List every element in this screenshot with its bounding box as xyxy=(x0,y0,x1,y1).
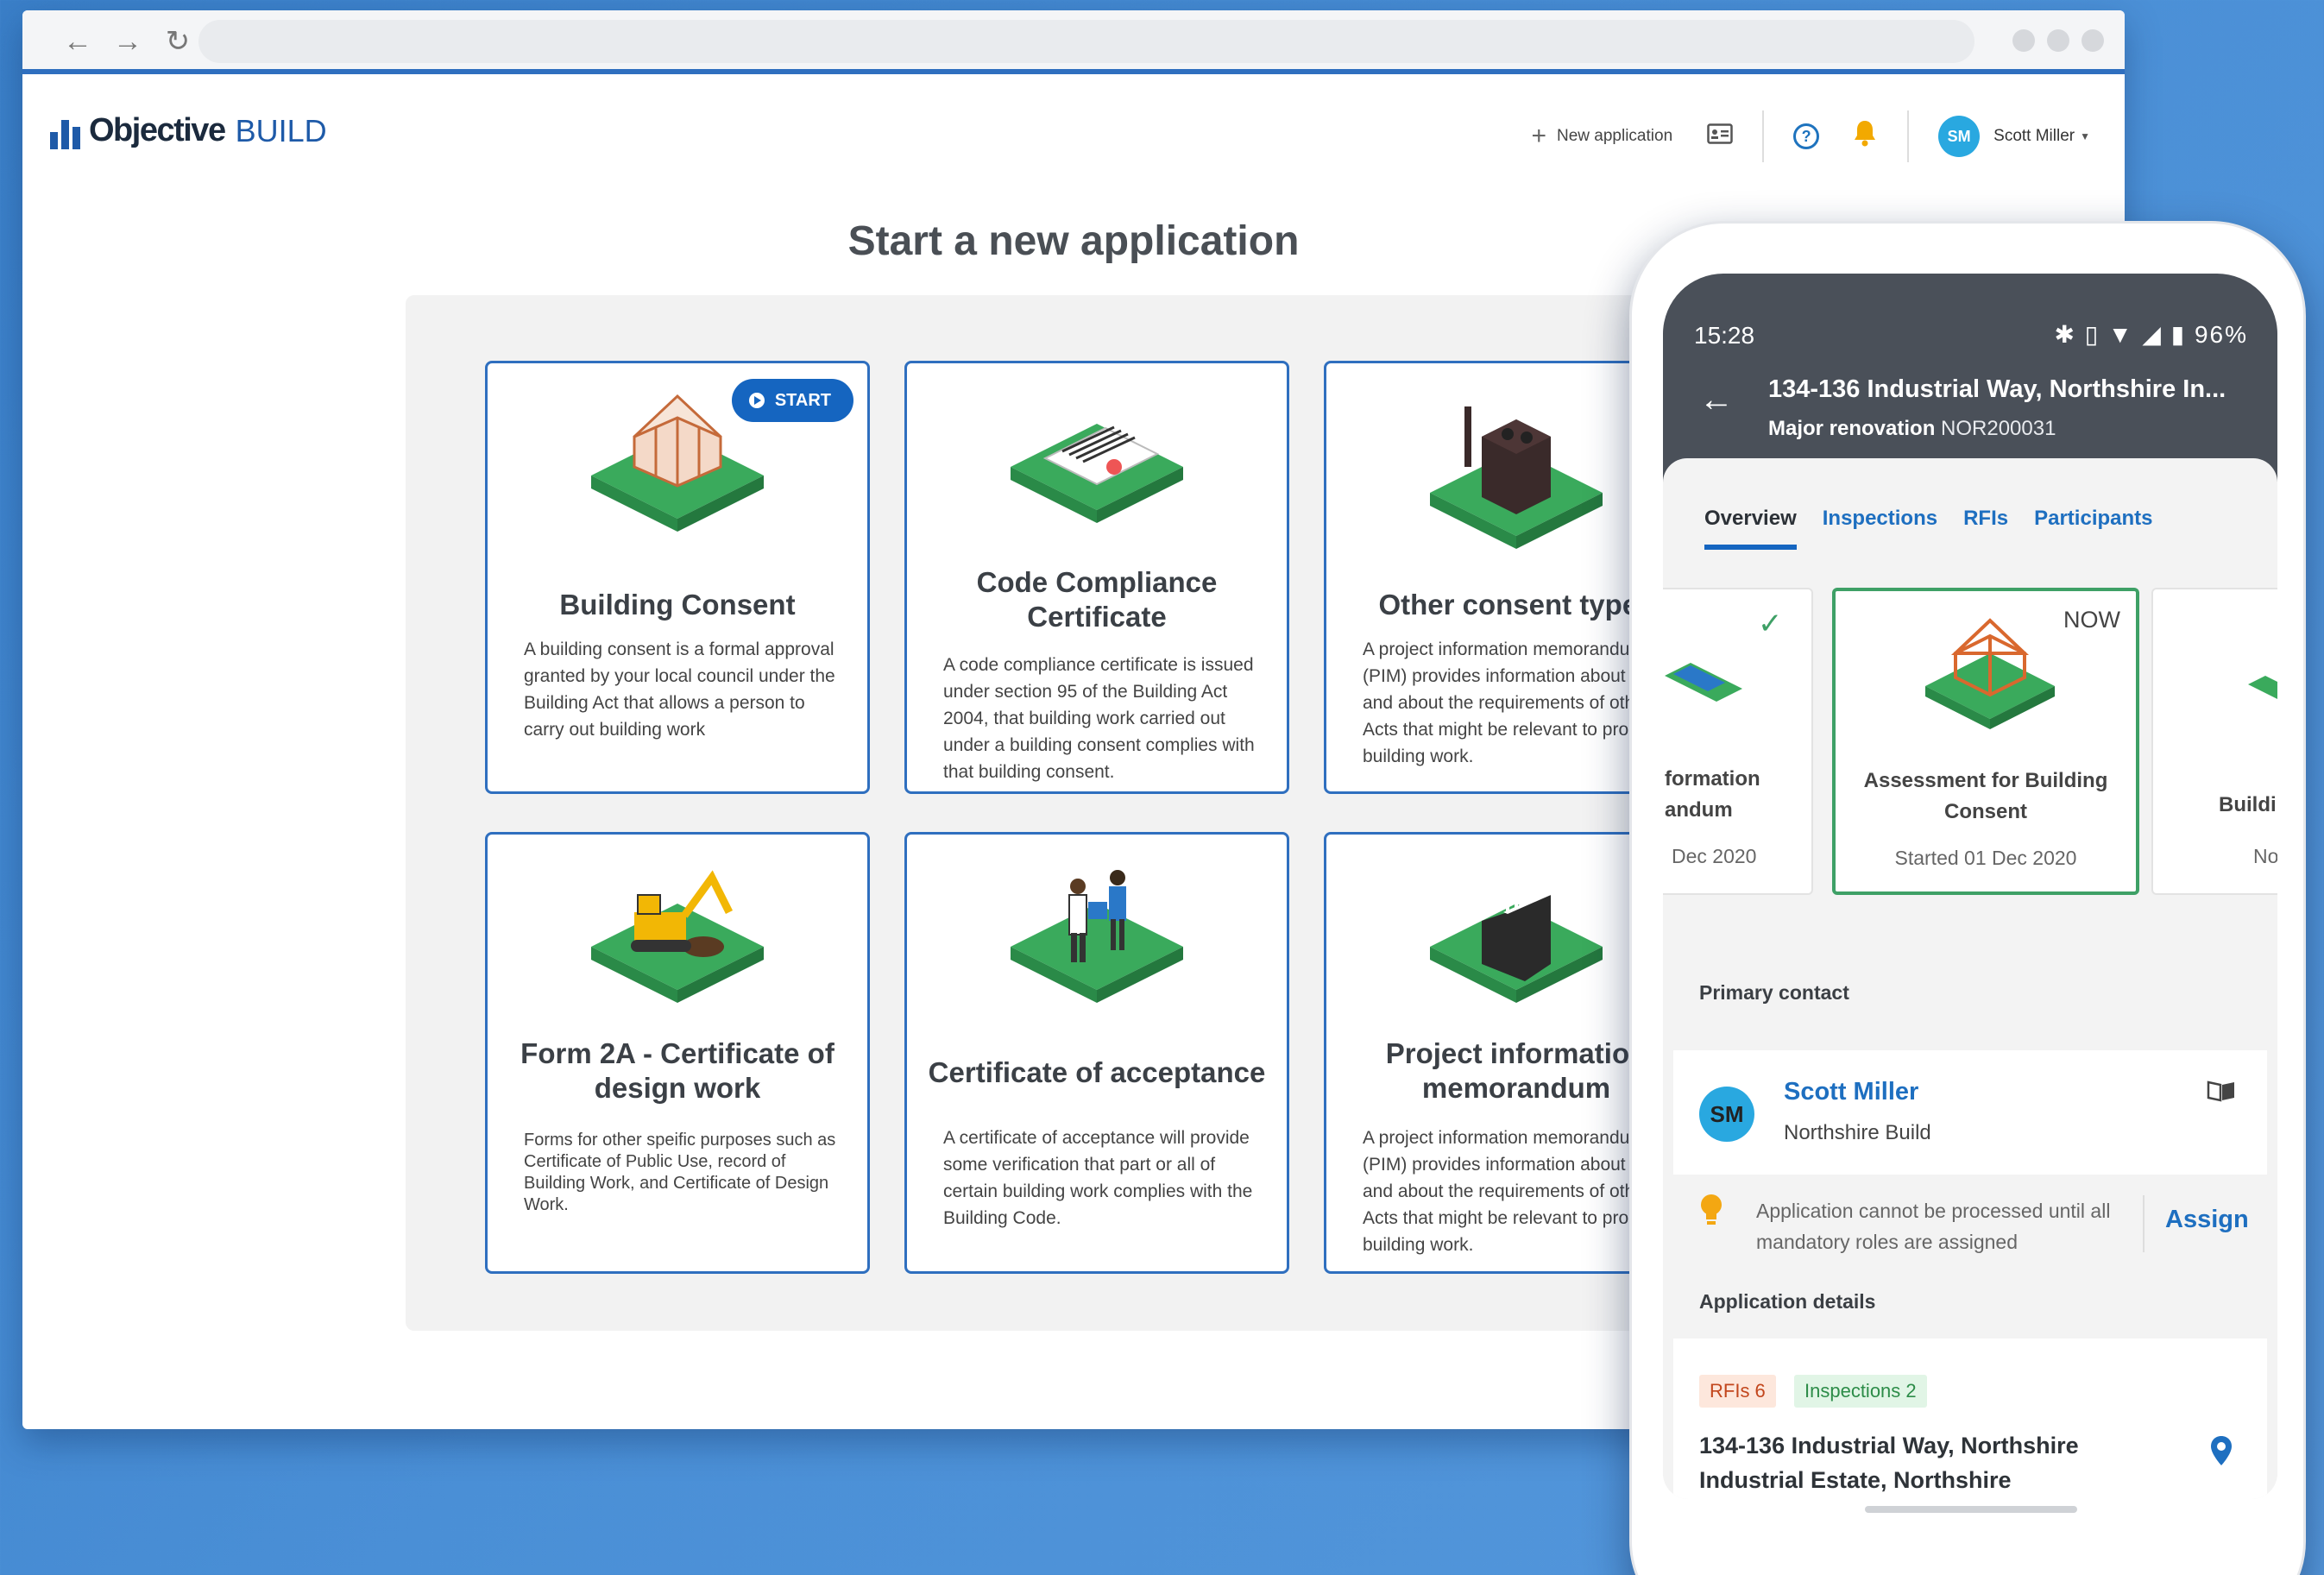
header-actions: + New application ? SM Scott Miller ▼ xyxy=(1531,110,2090,162)
bluetooth-icon: ✱ xyxy=(2054,321,2076,348)
mobile-phone: 15:28 ✱ ▯ ▼ ◢ ▮ 96% ← 134-136 Industrial… xyxy=(1629,221,2306,1575)
vibrate-icon: ▯ xyxy=(2084,321,2100,348)
logo-sub: BUILD xyxy=(235,113,327,148)
stage-date: No xyxy=(2253,845,2277,867)
project-address: 134-136 Industrial Way, Northshire In... xyxy=(1768,375,2226,403)
stage-illustration xyxy=(2248,676,2277,699)
project-subtitle: Major renovation NOR200031 xyxy=(1768,417,2056,441)
reload-icon[interactable]: ↻ xyxy=(159,22,197,60)
phone-screen: 15:28 ✱ ▯ ▼ ◢ ▮ 96% ← 134-136 Industrial… xyxy=(1663,274,2277,1499)
house-frame-icon xyxy=(1925,618,2055,729)
card-title: Code Compliance Certificate xyxy=(976,566,1218,633)
wifi-icon: ▼ xyxy=(2107,321,2134,348)
address-bar[interactable] xyxy=(198,20,1974,63)
rfis-badge[interactable]: RFIs 6 xyxy=(1699,1375,1776,1408)
tab-overview[interactable]: Overview xyxy=(1704,507,1797,550)
detail-address: 134-136 Industrial Way, Northshire Indus… xyxy=(1699,1433,2079,1493)
window-control[interactable] xyxy=(2082,29,2104,52)
assign-button[interactable]: Assign xyxy=(2165,1206,2249,1234)
project-id: NOR200031 xyxy=(1941,417,2056,440)
battery-level: 96% xyxy=(2194,321,2248,348)
back-icon[interactable]: ← xyxy=(59,22,97,60)
application-details-card[interactable]: RFIs 6 Inspections 2 134-136 Industrial … xyxy=(1673,1339,2267,1499)
stage-title: formation andum xyxy=(1665,767,1760,822)
warning-text: Application cannot be processed until al… xyxy=(1756,1200,2111,1253)
now-badge: NOW xyxy=(2063,607,2120,633)
status-icons: ✱ ▯ ▼ ◢ ▮ 96% xyxy=(2054,320,2248,349)
window-control[interactable] xyxy=(2012,29,2035,52)
card-description: A code compliance certificate is issued … xyxy=(943,655,1255,782)
header-divider xyxy=(1907,110,1910,162)
tab-inspections[interactable]: Inspections xyxy=(1823,507,1937,550)
new-application-label: New application xyxy=(1557,127,1673,145)
contact-avatar: SM xyxy=(1699,1087,1754,1142)
window-control[interactable] xyxy=(2047,29,2069,52)
contact-card[interactable]: SM Scott Miller Northshire Build xyxy=(1673,1050,2267,1175)
card-title: Certificate of acceptance xyxy=(928,1056,1266,1088)
phone-app-bar: 15:28 ✱ ▯ ▼ ◢ ▮ 96% ← 134-136 Industrial… xyxy=(1663,274,2277,489)
tab-bar: Overview Inspections RFIs Participants xyxy=(1704,507,2153,550)
plus-icon: + xyxy=(1531,122,1546,150)
project-type: Major renovation xyxy=(1768,417,1936,440)
chevron-down-icon[interactable]: ▼ xyxy=(2080,130,2090,142)
forward-icon[interactable]: → xyxy=(109,22,147,60)
signal-icon: ◢ xyxy=(2142,321,2163,348)
card-building-consent[interactable]: START Building Consent A building consen… xyxy=(485,361,870,794)
user-name[interactable]: Scott Miller xyxy=(1993,127,2075,146)
user-avatar[interactable]: SM xyxy=(1938,116,1981,157)
logo[interactable]: Objective BUILD xyxy=(50,112,327,149)
excavator-icon xyxy=(488,860,867,1059)
check-circle-icon: ✓ xyxy=(1758,608,1783,640)
browser-toolbar: ← → ↻ xyxy=(22,10,2125,74)
card-description: A building consent is a formal approval … xyxy=(524,639,835,740)
status-time: 15:28 xyxy=(1694,322,1755,349)
stage-title: Buildi xyxy=(2219,793,2277,816)
primary-contact-label: Primary contact xyxy=(1699,981,1849,1004)
stage-card-next[interactable]: Buildi No xyxy=(2151,588,2277,895)
card-title: Form 2A - Certificate of design work xyxy=(520,1037,834,1104)
lightbulb-icon xyxy=(1699,1194,1723,1234)
phone-content: Overview Inspections RFIs Participants ✓… xyxy=(1663,458,2277,1499)
contact-name[interactable]: Scott Miller xyxy=(1784,1078,1918,1106)
warning-row: Application cannot be processed until al… xyxy=(1673,1183,2267,1269)
logo-icon xyxy=(50,120,80,149)
help-icon[interactable]: ? xyxy=(1793,123,1820,149)
card-description: Forms for other speific purposes such as… xyxy=(524,1131,836,1214)
stage-date: Dec 2020 xyxy=(1672,845,1757,867)
home-indicator[interactable] xyxy=(1865,1506,2077,1513)
new-application-button[interactable]: + New application xyxy=(1531,122,1672,151)
application-details-label: Application details xyxy=(1699,1290,1876,1313)
card-certificate-of-acceptance[interactable]: Certificate of acceptance A certificate … xyxy=(904,832,1289,1274)
card-form-2a[interactable]: Form 2A - Certificate of design work For… xyxy=(485,832,870,1274)
header-divider xyxy=(1762,110,1765,162)
bell-icon[interactable] xyxy=(1852,119,1878,154)
stage-title: Assessment for Building Consent xyxy=(1863,769,2108,823)
app-header: Objective BUILD + New application ? SM S… xyxy=(22,79,2125,183)
id-card-icon[interactable] xyxy=(1707,122,1733,151)
card-title: Building Consent xyxy=(559,589,796,621)
stage-date: Started 01 Dec 2020 xyxy=(1894,847,2077,869)
back-arrow-icon[interactable]: ← xyxy=(1699,381,1734,419)
inspections-badge[interactable]: Inspections 2 xyxy=(1794,1375,1927,1408)
contact-organisation: Northshire Build xyxy=(1784,1121,1931,1144)
map-pin-icon[interactable] xyxy=(2210,1435,2233,1474)
tab-rfis[interactable]: RFIs xyxy=(1963,507,2008,550)
certificate-icon xyxy=(907,389,1287,588)
card-code-compliance[interactable]: Code Compliance Certificate A code compl… xyxy=(904,361,1289,794)
logo-text: Objective xyxy=(89,112,226,148)
house-frame-icon xyxy=(488,389,867,588)
battery-icon: ▮ xyxy=(2170,321,2187,348)
warning-divider xyxy=(2143,1195,2145,1252)
stage-card-previous[interactable]: ✓ formation andum Dec 2020 xyxy=(1663,588,1813,895)
stage-card-current[interactable]: NOW Assessment for Building Consent Star… xyxy=(1832,588,2139,895)
handshake-icon xyxy=(907,860,1287,1059)
stage-illustration xyxy=(1665,663,1742,702)
tab-participants[interactable]: Participants xyxy=(2034,507,2152,550)
book-icon[interactable] xyxy=(2207,1080,2236,1109)
card-description: A certificate of acceptance will provide… xyxy=(943,1128,1253,1228)
